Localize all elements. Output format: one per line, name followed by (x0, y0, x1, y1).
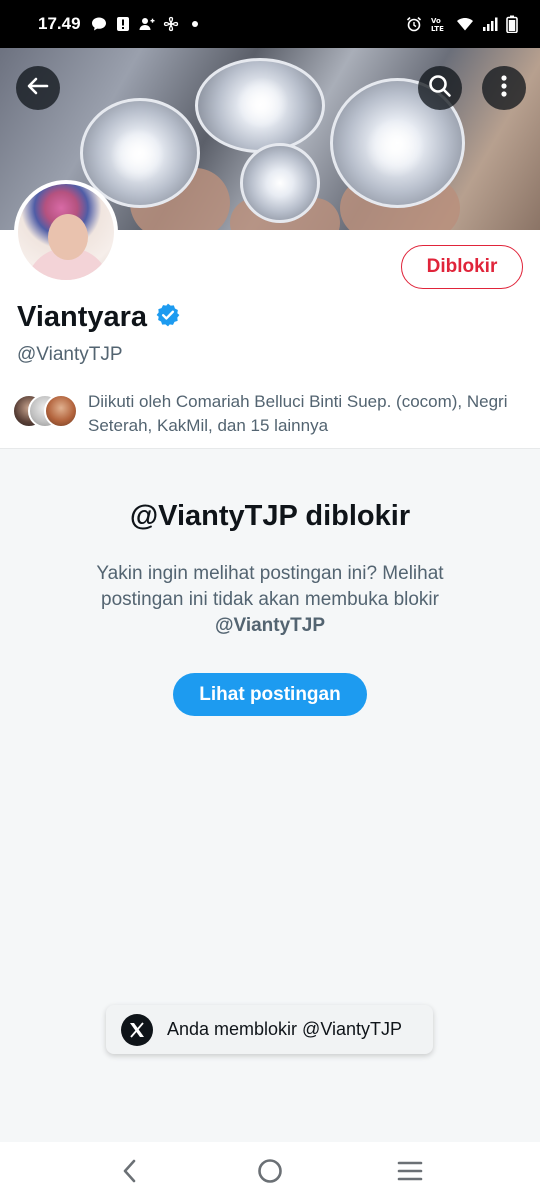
status-time: 17.49 (38, 14, 81, 33)
blocked-title: @ViantyTJP diblokir (129, 500, 411, 532)
home-nav-icon[interactable] (250, 1151, 290, 1191)
verified-badge-icon[interactable] (155, 302, 181, 333)
view-posts-button[interactable]: Lihat postingan (173, 673, 367, 716)
wifi-icon (456, 16, 474, 32)
search-icon (427, 73, 453, 104)
toast-notification: Anda memblokir @ViantyTJP (106, 1005, 433, 1054)
svg-text:LTE: LTE (431, 25, 444, 32)
follower-avatars (12, 394, 78, 432)
person-add-icon (139, 16, 155, 32)
blocked-button[interactable]: Diblokir (401, 245, 523, 289)
status-icons-right: Vo LTE (406, 15, 518, 33)
back-button[interactable] (16, 66, 60, 110)
follower-avatar (44, 394, 78, 428)
alert-icon (115, 16, 131, 32)
back-nav-icon[interactable] (110, 1151, 150, 1191)
more-options-button[interactable] (482, 66, 526, 110)
followed-by[interactable]: Diikuti oleh Comariah Belluci Binti Suep… (12, 390, 532, 438)
chat-bubble-icon (91, 16, 107, 32)
blocked-description: Yakin ingin melihat postingan ini? Melih… (60, 561, 480, 639)
blocked-description-handle: @ViantyTJP (214, 615, 326, 636)
display-name-row: Viantyara (17, 301, 181, 334)
arrow-left-icon (25, 73, 51, 104)
display-name: Viantyara (17, 301, 148, 333)
toast-text: Anda memblokir @ViantyTJP (167, 1019, 403, 1039)
followed-by-text: Diikuti oleh Comariah Belluci Binti Suep… (88, 392, 508, 435)
battery-icon (506, 15, 518, 33)
alarm-icon (406, 16, 422, 32)
more-vertical-icon (491, 73, 517, 104)
x-logo-icon (121, 1013, 153, 1046)
svg-text:Vo: Vo (431, 17, 441, 25)
fan-icon (163, 16, 179, 32)
profile-handle: @ViantyTJP (17, 344, 123, 365)
profile-avatar[interactable] (14, 180, 118, 284)
signal-icon (482, 16, 498, 32)
system-nav-bar (0, 1142, 540, 1200)
search-button[interactable] (418, 66, 462, 110)
blocked-description-text: Yakin ingin melihat postingan ini? Melih… (96, 563, 444, 610)
dot-icon (187, 16, 203, 32)
status-bar: 17.49 Vo LTE (0, 0, 540, 48)
recents-nav-icon[interactable] (390, 1151, 430, 1191)
volte-icon: Vo LTE (430, 16, 448, 32)
status-icons-left (91, 16, 203, 32)
